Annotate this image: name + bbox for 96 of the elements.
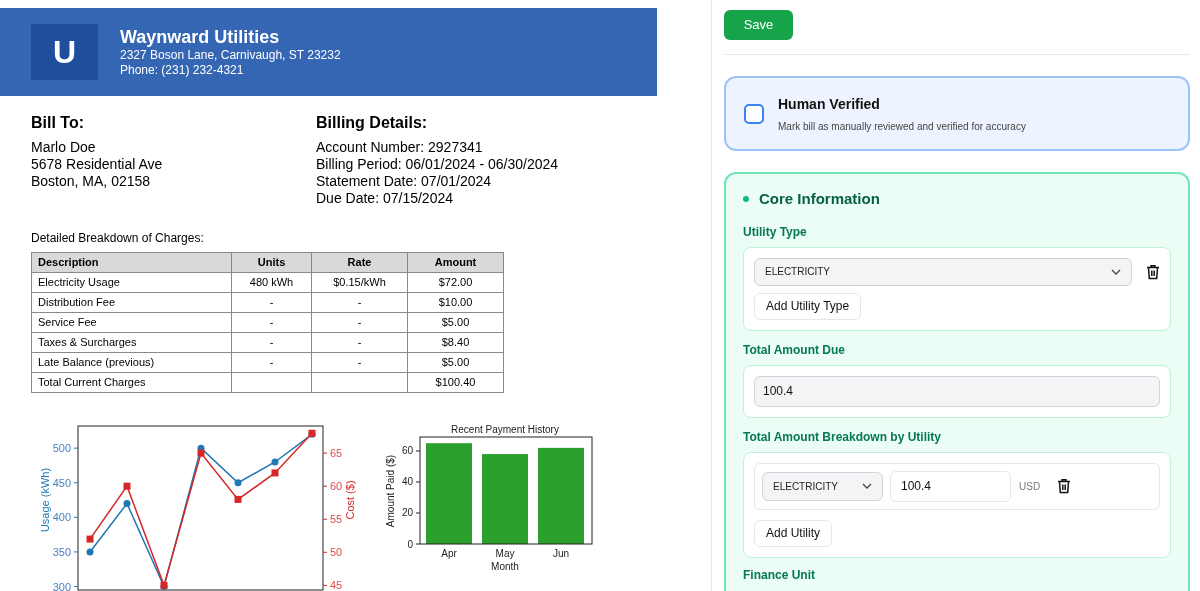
y-tick: 20 xyxy=(401,507,421,519)
chevron-down-icon xyxy=(1111,268,1121,275)
table-cell: Total Current Charges xyxy=(31,372,232,393)
point xyxy=(197,449,205,457)
table-cell: - xyxy=(231,352,312,373)
detail-line: Statement Date: 07/01/2024 xyxy=(316,173,493,190)
table-cell: Electricity Usage xyxy=(31,272,232,293)
table-cell: - xyxy=(231,292,312,313)
field-label: Total Amount Due xyxy=(743,341,846,359)
table-cell: - xyxy=(311,352,408,373)
breakdown-title: Detailed Breakdown of Charges: xyxy=(30,231,205,245)
axis-label: Usage (kWh) xyxy=(39,467,51,533)
chart-title: Recent Payment History xyxy=(451,424,559,435)
table-cell: Distribution Fee xyxy=(31,292,232,313)
company-address: 2327 Boson Lane, Carnivaugh, ST 23232 xyxy=(120,48,341,63)
column-header: Amount xyxy=(407,252,504,273)
checkbox[interactable] xyxy=(744,103,764,124)
field-label: Utility Type xyxy=(743,223,808,241)
table-cell: Taxes & Surcharges xyxy=(31,332,232,353)
trash-icon[interactable] xyxy=(1057,478,1072,494)
x-tick-label: May xyxy=(495,548,515,559)
detail-line: Marlo Doe xyxy=(31,139,97,156)
y2-tick-label: 50 xyxy=(330,546,343,559)
utility-select[interactable]: ELECTRICITY xyxy=(762,471,883,501)
table-cell: $5.00 xyxy=(407,352,504,373)
table-cell: $100.40 xyxy=(407,372,504,393)
company-name: Waynward Utilities xyxy=(120,26,281,48)
add-utility-type-button[interactable]: Add Utility Type xyxy=(754,292,862,320)
chevron-down-icon xyxy=(862,483,872,489)
axis-label: Month xyxy=(491,561,519,572)
panel-title: Core Information xyxy=(759,189,880,209)
table-cell: $5.00 xyxy=(407,312,504,333)
y2-tick-label: 55 xyxy=(330,513,343,526)
table-cell: 480 kWh xyxy=(231,272,312,293)
detail-line: Due Date: 07/15/2024 xyxy=(316,190,454,207)
card-title: Human Verified xyxy=(778,94,881,114)
table-cell: Service Fee xyxy=(31,312,232,333)
y-tick-label: 0 xyxy=(407,538,414,550)
x-tick-label: Jun xyxy=(552,548,570,559)
table-cell: - xyxy=(311,332,408,353)
point xyxy=(234,495,242,503)
logo: U xyxy=(31,24,98,80)
y-tick-label: 350 xyxy=(52,545,71,558)
column-header: Rate xyxy=(311,252,408,273)
point xyxy=(86,535,94,543)
y2-tick-label: 65 xyxy=(330,447,343,460)
y2-tick-label: 60 xyxy=(330,480,343,493)
table-cell: - xyxy=(231,312,312,333)
y-tick-label: 300 xyxy=(52,580,71,591)
card-description: Mark bill as manually reviewed and verified for accuracy xyxy=(778,119,1026,134)
column-header: Units xyxy=(231,252,312,273)
amount-field[interactable]: 100.4 xyxy=(890,470,1011,502)
left-axis: 300 350 400 450 500 xyxy=(52,442,79,591)
field-label: Total Amount Breakdown by Utility xyxy=(743,428,942,446)
y-tick-label: 40 xyxy=(401,476,414,488)
point xyxy=(86,548,94,556)
x-tick-label: Apr xyxy=(441,548,457,559)
y-tick: 40 xyxy=(401,476,421,488)
axis-label: Cost ($) xyxy=(344,480,356,520)
table-cell: $10.00 xyxy=(407,292,504,313)
point xyxy=(123,482,131,490)
utility-type-select[interactable]: ELECTRICITY xyxy=(754,257,1132,286)
axis-label: Amount Paid ($) xyxy=(385,454,396,528)
y-tick: 60 xyxy=(401,445,421,457)
point xyxy=(271,458,279,466)
table-cell: - xyxy=(311,292,408,313)
detail-line: Account Number: 2927341 xyxy=(316,139,484,156)
table-cell: Late Balance (previous) xyxy=(31,352,232,373)
section-heading: Bill To: xyxy=(31,113,86,133)
y2-tick-label: 45 xyxy=(330,579,343,591)
y-tick: 0 xyxy=(407,538,421,550)
table-cell: $72.00 xyxy=(407,272,504,293)
point xyxy=(271,469,279,477)
y-tick-label: 20 xyxy=(401,507,414,519)
currency-label: USD xyxy=(1019,479,1041,494)
point xyxy=(123,500,131,507)
company-phone: Phone: (231) 232-4321 xyxy=(120,63,245,78)
table-cell: - xyxy=(231,332,312,353)
y-tick-label: 450 xyxy=(52,476,71,489)
trash-icon[interactable] xyxy=(1146,263,1160,280)
table-cell: - xyxy=(311,312,408,333)
point xyxy=(234,479,242,487)
column-header: Description xyxy=(31,252,232,273)
detail-line: Billing Period: 06/01/2024 - 06/30/2024 xyxy=(316,156,559,173)
detail-line: Boston, MA, 02158 xyxy=(31,173,152,190)
detail-line: 5678 Residential Ave xyxy=(31,156,164,173)
add-utility-button[interactable]: Add Utility xyxy=(754,519,833,547)
total-amount-field[interactable]: 100.4 xyxy=(754,375,1160,407)
right-axis: 45 50 55 60 65 xyxy=(322,447,343,591)
field-label: Finance Unit xyxy=(743,566,816,584)
table-cell: $8.40 xyxy=(407,332,504,353)
section-heading: Billing Details: xyxy=(316,113,429,133)
y-tick-label: 500 xyxy=(52,442,71,455)
table-cell: $0.15/kWh xyxy=(311,272,408,293)
y-tick-label: 60 xyxy=(401,445,414,457)
y-tick-label: 400 xyxy=(52,511,71,524)
